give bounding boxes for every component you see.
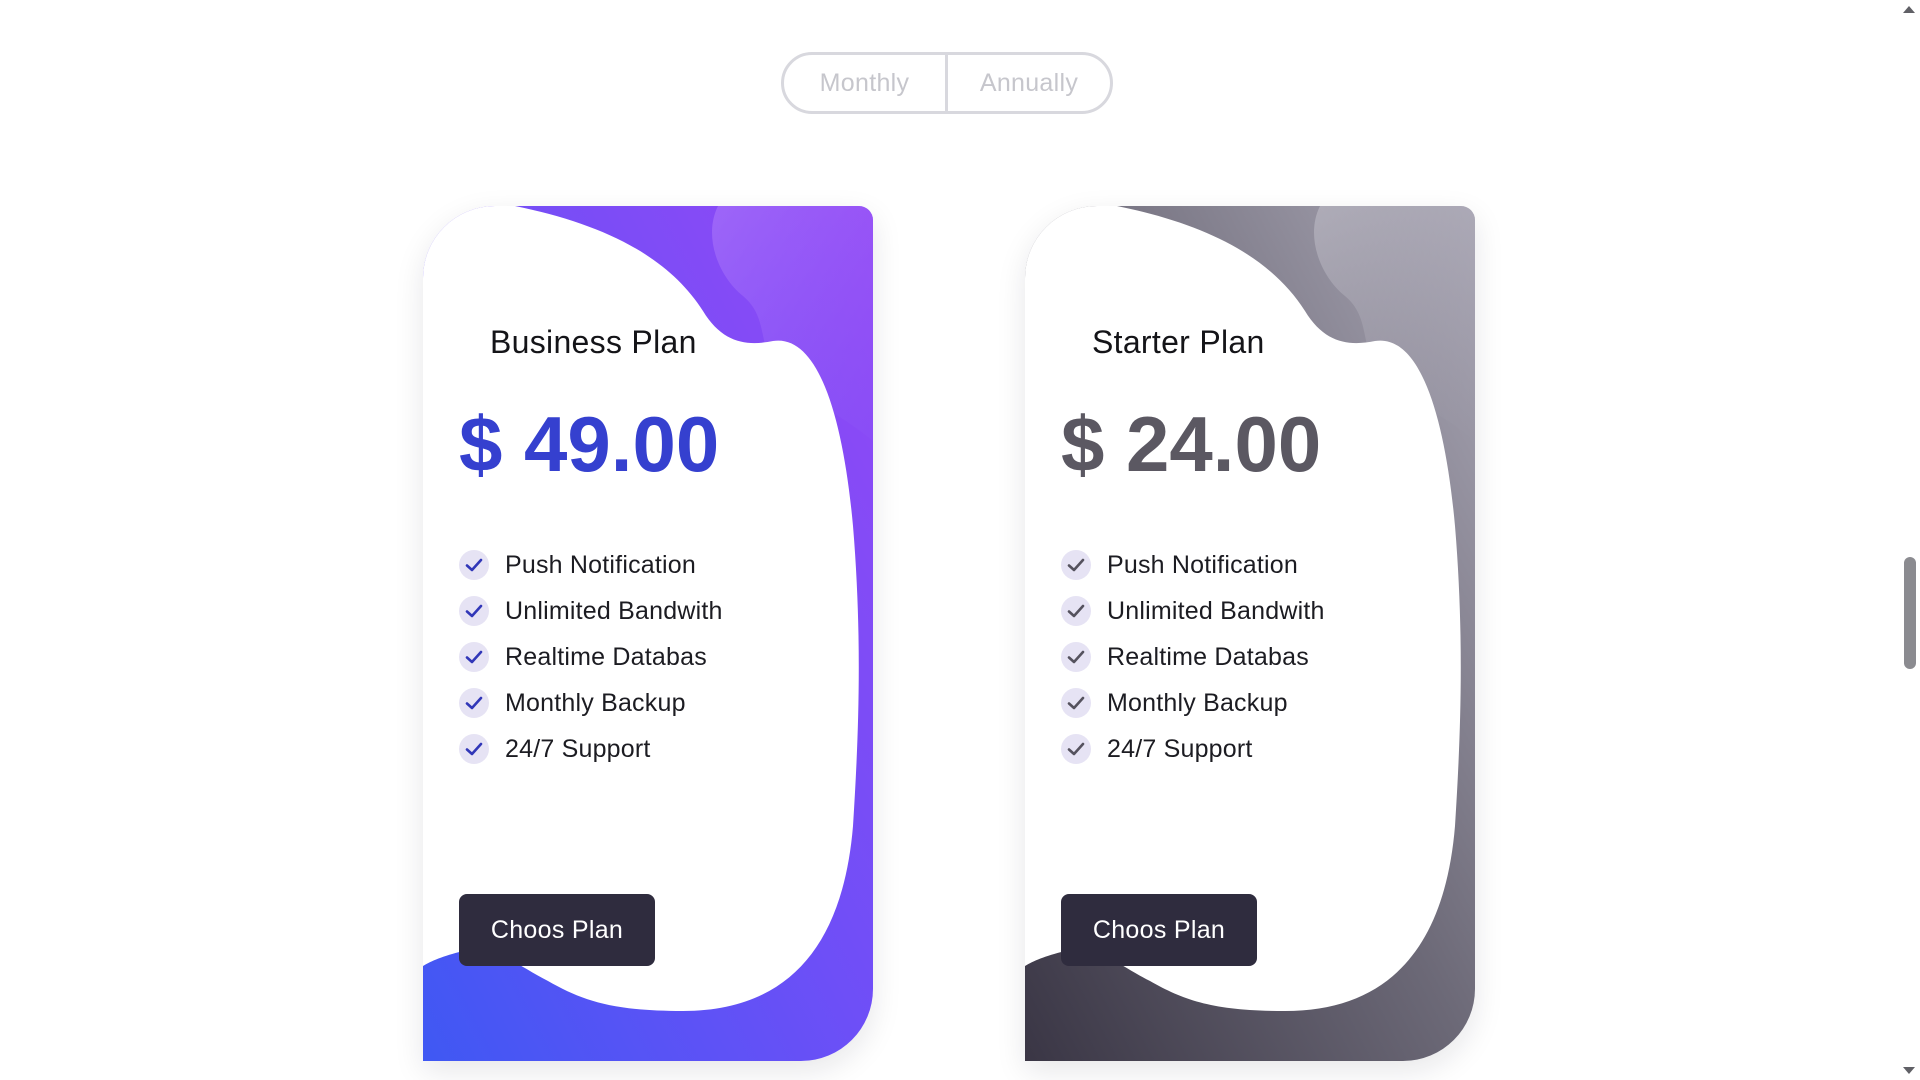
feature-label: Monthly Backup bbox=[505, 688, 686, 717]
check-icon bbox=[1061, 550, 1091, 580]
check-icon bbox=[459, 596, 489, 626]
plan-price: $ 49.00 bbox=[459, 400, 720, 488]
vertical-scrollbar[interactable] bbox=[1898, 0, 1920, 1080]
feature-item: Monthly Backup bbox=[459, 680, 723, 726]
feature-label: Unlimited Bandwith bbox=[1107, 596, 1325, 625]
card-content: Starter Plan $ 24.00 Push Notification U… bbox=[1025, 206, 1475, 1061]
check-icon bbox=[1061, 596, 1091, 626]
feature-item: Realtime Databas bbox=[1061, 634, 1325, 680]
billing-toggle: Monthly Annually bbox=[781, 52, 1113, 114]
feature-label: 24/7 Support bbox=[505, 734, 651, 763]
check-icon bbox=[459, 734, 489, 764]
feature-item: Realtime Databas bbox=[459, 634, 723, 680]
feature-item: 24/7 Support bbox=[1061, 726, 1325, 772]
plan-title: Business Plan bbox=[490, 324, 697, 360]
toggle-monthly[interactable]: Monthly bbox=[784, 55, 948, 111]
check-icon bbox=[1061, 688, 1091, 718]
toggle-annually[interactable]: Annually bbox=[948, 55, 1110, 111]
feature-item: Push Notification bbox=[459, 542, 723, 588]
check-icon bbox=[1061, 734, 1091, 764]
feature-item: Unlimited Bandwith bbox=[1061, 588, 1325, 634]
feature-label: Push Notification bbox=[505, 550, 696, 579]
feature-label: Realtime Databas bbox=[505, 642, 707, 671]
scroll-up-arrow-icon[interactable] bbox=[1903, 6, 1915, 13]
feature-item: Unlimited Bandwith bbox=[459, 588, 723, 634]
pricing-card-business: Business Plan $ 49.00 Push Notification … bbox=[423, 206, 873, 1061]
scroll-down-arrow-icon[interactable] bbox=[1903, 1067, 1915, 1074]
feature-label: Realtime Databas bbox=[1107, 642, 1309, 671]
check-icon bbox=[1061, 642, 1091, 672]
feature-item: 24/7 Support bbox=[459, 726, 723, 772]
scrollbar-thumb[interactable] bbox=[1904, 557, 1916, 669]
feature-list: Push Notification Unlimited Bandwith Rea… bbox=[1061, 542, 1325, 772]
choose-plan-button[interactable]: Choos Plan bbox=[459, 894, 655, 966]
page-viewport: Monthly Annually Business Plan $ 49.00 P… bbox=[0, 0, 1898, 1080]
feature-label: Monthly Backup bbox=[1107, 688, 1288, 717]
feature-item: Monthly Backup bbox=[1061, 680, 1325, 726]
feature-list: Push Notification Unlimited Bandwith Rea… bbox=[459, 542, 723, 772]
feature-item: Push Notification bbox=[1061, 542, 1325, 588]
plan-price: $ 24.00 bbox=[1061, 400, 1322, 488]
check-icon bbox=[459, 688, 489, 718]
feature-label: Push Notification bbox=[1107, 550, 1298, 579]
choose-plan-button[interactable]: Choos Plan bbox=[1061, 894, 1257, 966]
check-icon bbox=[459, 550, 489, 580]
check-icon bbox=[459, 642, 489, 672]
card-content: Business Plan $ 49.00 Push Notification … bbox=[423, 206, 873, 1061]
pricing-card-starter: Starter Plan $ 24.00 Push Notification U… bbox=[1025, 206, 1475, 1061]
feature-label: 24/7 Support bbox=[1107, 734, 1253, 763]
feature-label: Unlimited Bandwith bbox=[505, 596, 723, 625]
plan-title: Starter Plan bbox=[1092, 324, 1265, 360]
